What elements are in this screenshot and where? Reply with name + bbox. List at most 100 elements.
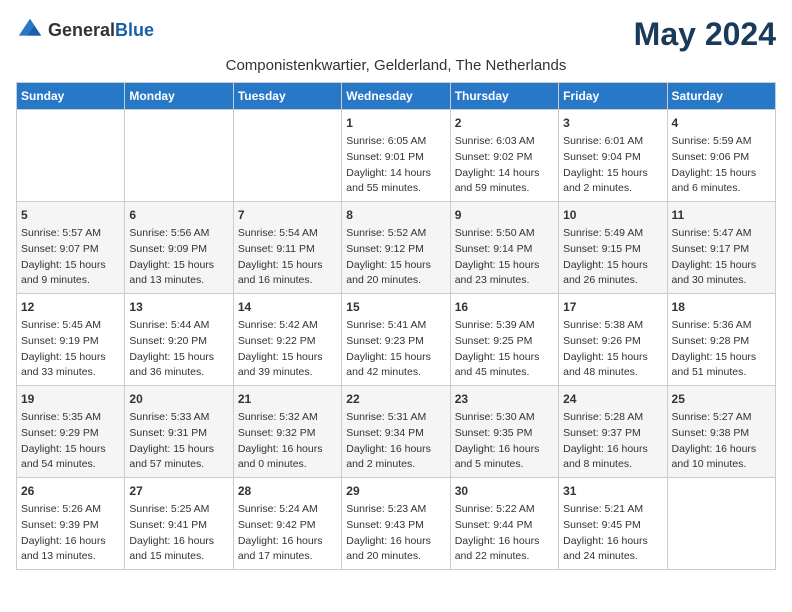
calendar-cell: 8 Sunrise: 5:52 AM Sunset: 9:12 PM Daylig… [342,202,450,294]
calendar-cell: 25Sunrise: 5:27 AM Sunset: 9:38 PM Dayli… [667,386,775,478]
calendar-cell: 21 Sunrise: 5:32 AM Sunset: 9:32 PM Dayli… [233,386,341,478]
day-info: Sunrise: 5:47 AM Sunset: 9:17 PM Dayligh… [672,226,771,289]
column-header-monday: Monday [125,83,233,110]
calendar-cell: 9 Sunrise: 5:50 AM Sunset: 9:14 PM Daylig… [450,202,558,294]
day-number: 17 [563,298,662,316]
calendar-cell: 28Sunrise: 5:24 AM Sunset: 9:42 PM Dayli… [233,478,341,570]
page-subtitle: Componistenkwartier, Gelderland, The Net… [16,57,776,74]
day-number: 9 [455,206,554,224]
column-header-sunday: Sunday [17,83,125,110]
calendar-header: SundayMondayTuesdayWednesdayThursdayFrid… [17,83,776,110]
day-info: Sunrise: 5:32 AM Sunset: 9:32 PM Dayligh… [238,410,337,473]
calendar-cell: 6 Sunrise: 5:56 AM Sunset: 9:09 PM Daylig… [125,202,233,294]
calendar-cell [125,110,233,202]
calendar-cell: 13 Sunrise: 5:44 AM Sunset: 9:20 PM Dayli… [125,294,233,386]
calendar-cell: 29 Sunrise: 5:23 AM Sunset: 9:43 PM Dayli… [342,478,450,570]
day-number: 6 [129,206,228,224]
day-number: 18 [672,298,771,316]
column-header-friday: Friday [559,83,667,110]
calendar-cell: 4 Sunrise: 5:59 AM Sunset: 9:06 PM Daylig… [667,110,775,202]
calendar-cell: 30Sunrise: 5:22 AM Sunset: 9:44 PM Dayli… [450,478,558,570]
page-title: May 2024 [634,16,776,53]
calendar-week-2: 5 Sunrise: 5:57 AM Sunset: 9:07 PM Daylig… [17,202,776,294]
day-info: Sunrise: 5:56 AM Sunset: 9:09 PM Dayligh… [129,226,228,289]
day-number: 26 [21,482,120,500]
calendar-cell: 2 Sunrise: 6:03 AM Sunset: 9:02 PM Daylig… [450,110,558,202]
day-info: Sunrise: 5:38 AM Sunset: 9:26 PM Dayligh… [563,318,662,381]
calendar-cell [233,110,341,202]
calendar-body: 1Sunrise: 6:05 AM Sunset: 9:01 PM Daylig… [17,110,776,570]
day-number: 10 [563,206,662,224]
day-number: 5 [21,206,120,224]
calendar-cell: 14Sunrise: 5:42 AM Sunset: 9:22 PM Dayli… [233,294,341,386]
day-number: 20 [129,390,228,408]
header-row: SundayMondayTuesdayWednesdayThursdayFrid… [17,83,776,110]
day-info: Sunrise: 6:05 AM Sunset: 9:01 PM Dayligh… [346,134,445,197]
calendar-cell: 16Sunrise: 5:39 AM Sunset: 9:25 PM Dayli… [450,294,558,386]
calendar-cell: 1Sunrise: 6:05 AM Sunset: 9:01 PM Daylig… [342,110,450,202]
calendar-cell: 17 Sunrise: 5:38 AM Sunset: 9:26 PM Dayli… [559,294,667,386]
day-number: 12 [21,298,120,316]
day-info: Sunrise: 6:01 AM Sunset: 9:04 PM Dayligh… [563,134,662,197]
day-number: 22 [346,390,445,408]
day-number: 23 [455,390,554,408]
day-info: Sunrise: 5:23 AM Sunset: 9:43 PM Dayligh… [346,502,445,565]
day-info: Sunrise: 5:25 AM Sunset: 9:41 PM Dayligh… [129,502,228,565]
day-info: Sunrise: 5:31 AM Sunset: 9:34 PM Dayligh… [346,410,445,473]
logo-blue: Blue [115,20,154,40]
calendar-cell [667,478,775,570]
day-info: Sunrise: 5:22 AM Sunset: 9:44 PM Dayligh… [455,502,554,565]
day-number: 29 [346,482,445,500]
calendar-cell: 23 Sunrise: 5:30 AM Sunset: 9:35 PM Dayli… [450,386,558,478]
day-info: Sunrise: 5:21 AM Sunset: 9:45 PM Dayligh… [563,502,662,565]
day-number: 31 [563,482,662,500]
column-header-saturday: Saturday [667,83,775,110]
calendar-cell: 5 Sunrise: 5:57 AM Sunset: 9:07 PM Daylig… [17,202,125,294]
calendar-cell: 20 Sunrise: 5:33 AM Sunset: 9:31 PM Dayli… [125,386,233,478]
day-info: Sunrise: 5:45 AM Sunset: 9:19 PM Dayligh… [21,318,120,381]
day-number: 13 [129,298,228,316]
day-info: Sunrise: 5:24 AM Sunset: 9:42 PM Dayligh… [238,502,337,565]
calendar-cell: 27 Sunrise: 5:25 AM Sunset: 9:41 PM Dayli… [125,478,233,570]
day-number: 21 [238,390,337,408]
calendar-week-1: 1Sunrise: 6:05 AM Sunset: 9:01 PM Daylig… [17,110,776,202]
calendar-week-3: 12 Sunrise: 5:45 AM Sunset: 9:19 PM Dayli… [17,294,776,386]
calendar-cell: 10 Sunrise: 5:49 AM Sunset: 9:15 PM Dayli… [559,202,667,294]
column-header-thursday: Thursday [450,83,558,110]
day-info: Sunrise: 5:42 AM Sunset: 9:22 PM Dayligh… [238,318,337,381]
day-number: 15 [346,298,445,316]
day-info: Sunrise: 6:03 AM Sunset: 9:02 PM Dayligh… [455,134,554,197]
calendar-week-5: 26Sunrise: 5:26 AM Sunset: 9:39 PM Dayli… [17,478,776,570]
day-number: 7 [238,206,337,224]
calendar-cell: 3 Sunrise: 6:01 AM Sunset: 9:04 PM Daylig… [559,110,667,202]
day-info: Sunrise: 5:27 AM Sunset: 9:38 PM Dayligh… [672,410,771,473]
day-info: Sunrise: 5:59 AM Sunset: 9:06 PM Dayligh… [672,134,771,197]
day-info: Sunrise: 5:57 AM Sunset: 9:07 PM Dayligh… [21,226,120,289]
calendar-cell: 24 Sunrise: 5:28 AM Sunset: 9:37 PM Dayli… [559,386,667,478]
logo: GeneralBlue [16,16,154,44]
day-info: Sunrise: 5:44 AM Sunset: 9:20 PM Dayligh… [129,318,228,381]
day-info: Sunrise: 5:30 AM Sunset: 9:35 PM Dayligh… [455,410,554,473]
day-number: 8 [346,206,445,224]
day-number: 16 [455,298,554,316]
day-number: 24 [563,390,662,408]
calendar-cell: 7Sunrise: 5:54 AM Sunset: 9:11 PM Daylig… [233,202,341,294]
day-info: Sunrise: 5:50 AM Sunset: 9:14 PM Dayligh… [455,226,554,289]
day-number: 3 [563,114,662,132]
day-number: 2 [455,114,554,132]
calendar-cell: 18Sunrise: 5:36 AM Sunset: 9:28 PM Dayli… [667,294,775,386]
day-info: Sunrise: 5:28 AM Sunset: 9:37 PM Dayligh… [563,410,662,473]
logo-general: General [48,20,115,40]
day-info: Sunrise: 5:52 AM Sunset: 9:12 PM Dayligh… [346,226,445,289]
calendar-cell: 22 Sunrise: 5:31 AM Sunset: 9:34 PM Dayli… [342,386,450,478]
day-info: Sunrise: 5:33 AM Sunset: 9:31 PM Dayligh… [129,410,228,473]
day-number: 4 [672,114,771,132]
calendar-cell [17,110,125,202]
day-info: Sunrise: 5:49 AM Sunset: 9:15 PM Dayligh… [563,226,662,289]
calendar-table: SundayMondayTuesdayWednesdayThursdayFrid… [16,82,776,570]
column-header-wednesday: Wednesday [342,83,450,110]
calendar-cell: 15Sunrise: 5:41 AM Sunset: 9:23 PM Dayli… [342,294,450,386]
calendar-cell: 26Sunrise: 5:26 AM Sunset: 9:39 PM Dayli… [17,478,125,570]
day-number: 27 [129,482,228,500]
day-number: 19 [21,390,120,408]
